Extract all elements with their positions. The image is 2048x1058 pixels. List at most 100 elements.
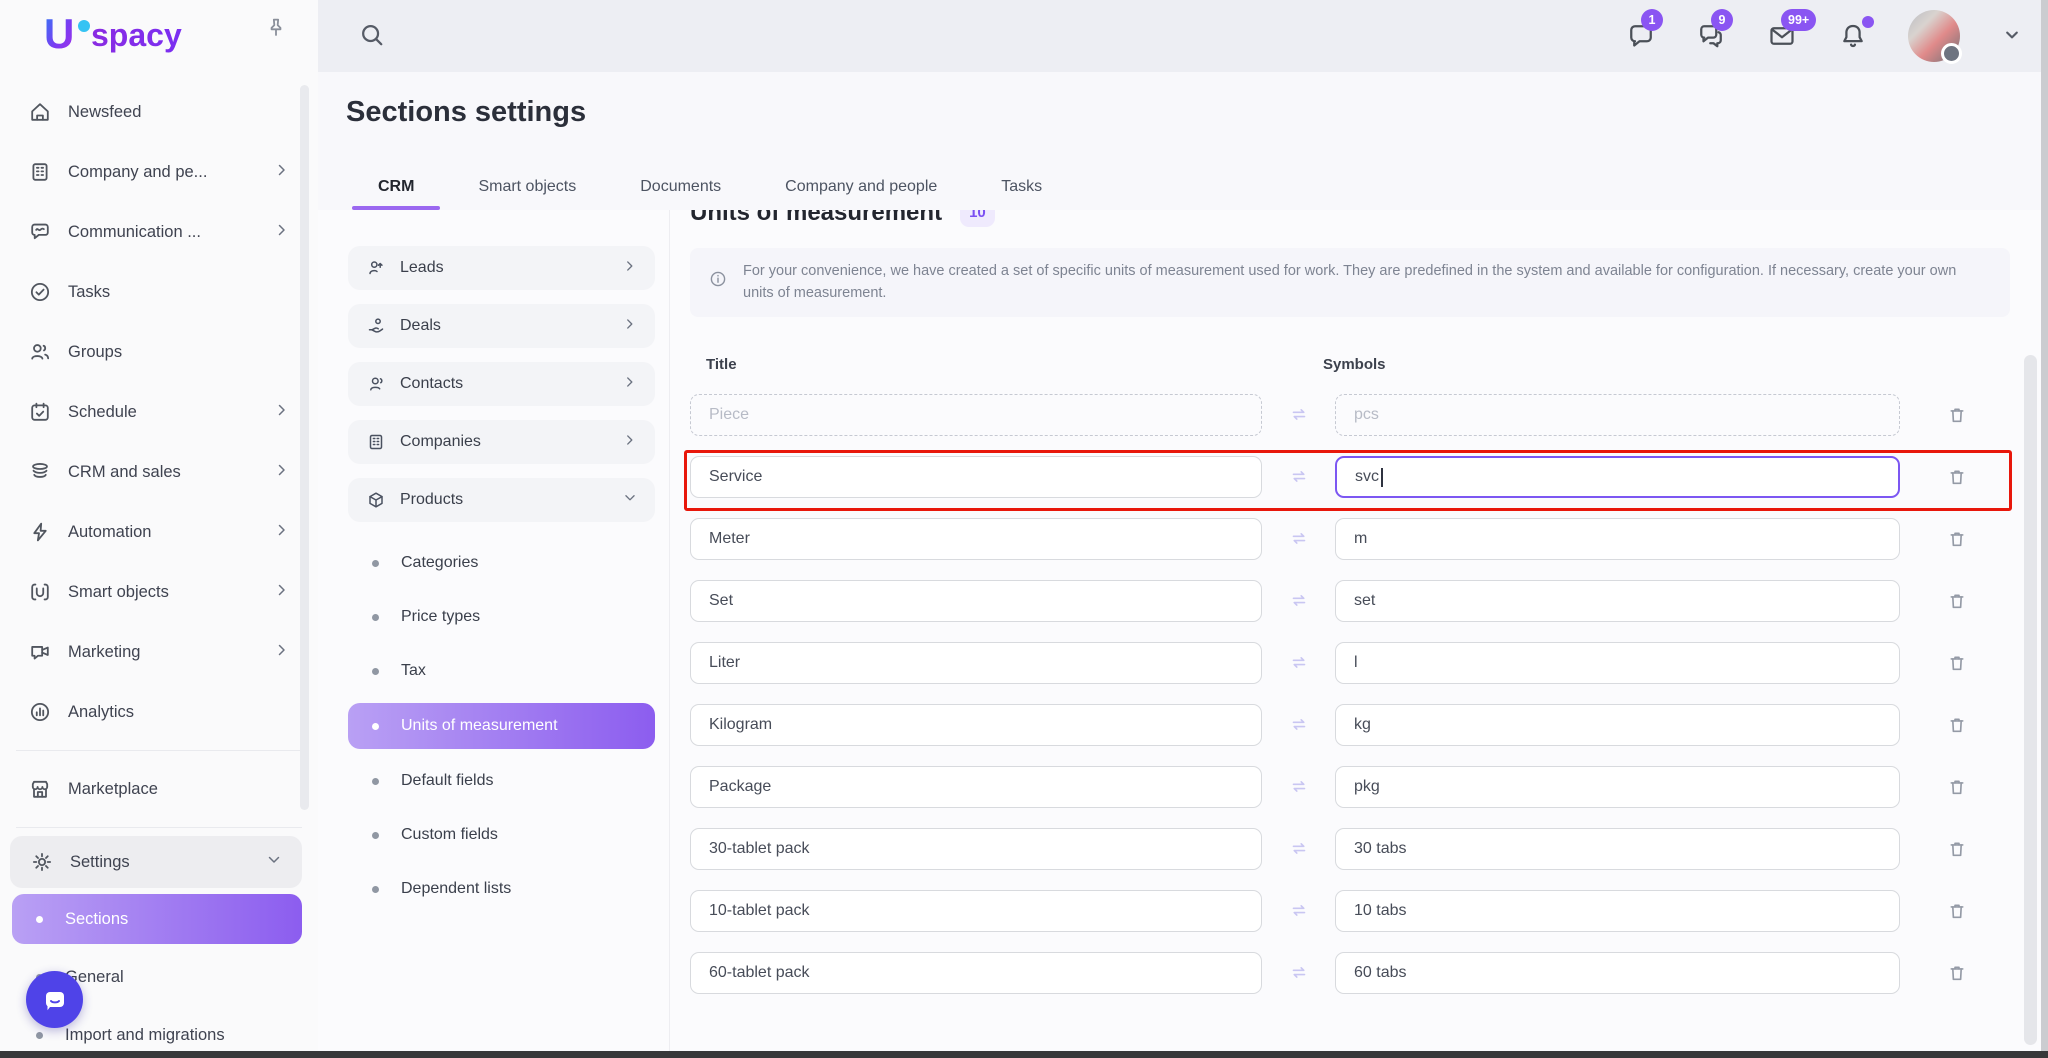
group-chat-icon[interactable]: 9 bbox=[1696, 21, 1726, 51]
symbol-input-10-tablet-pack[interactable]: 10 tabs bbox=[1335, 890, 1900, 932]
sidebar-item-newsfeed[interactable]: Newsfeed bbox=[0, 82, 318, 142]
tab-smart-objects[interactable]: Smart objects bbox=[452, 164, 602, 210]
mail-icon[interactable]: 99+ bbox=[1766, 21, 1798, 51]
sidebar-scrollbar[interactable] bbox=[300, 85, 309, 810]
symbol-input-meter[interactable]: m bbox=[1335, 518, 1900, 560]
delete-row-button[interactable] bbox=[1946, 900, 1968, 922]
sidebar-item-settings[interactable]: Settings bbox=[10, 836, 302, 888]
nav-subitem-tax[interactable]: Tax bbox=[348, 644, 655, 698]
nav-subitem-categories[interactable]: Categories bbox=[348, 536, 655, 590]
sidebar-item-label: Company and pe... bbox=[68, 163, 207, 182]
title-input-meter[interactable]: Meter bbox=[690, 518, 1262, 560]
vertical-scrollbar[interactable] bbox=[2024, 355, 2037, 1045]
delete-row-button[interactable] bbox=[1946, 838, 1968, 860]
chevron-right-icon bbox=[272, 580, 292, 600]
sidebar-item-automation[interactable]: Automation bbox=[0, 502, 318, 562]
nav-subitem-label: Price types bbox=[401, 608, 480, 626]
chevron-right-icon bbox=[621, 431, 639, 454]
nav-item-deals[interactable]: Deals bbox=[348, 304, 655, 348]
chevron-down-icon bbox=[621, 489, 639, 512]
symbol-input-liter[interactable]: l bbox=[1335, 642, 1900, 684]
sidebar-item-analytics[interactable]: Analytics bbox=[0, 682, 318, 742]
swap-icon bbox=[1288, 714, 1310, 736]
nav-item-label: Deals bbox=[400, 317, 441, 335]
chat-badge: 1 bbox=[1641, 9, 1663, 31]
symbol-input-package[interactable]: pkg bbox=[1335, 766, 1900, 808]
title-input-set[interactable]: Set bbox=[690, 580, 1262, 622]
delete-row-button[interactable] bbox=[1946, 652, 1968, 674]
title-input-liter[interactable]: Liter bbox=[690, 642, 1262, 684]
tab-tasks[interactable]: Tasks bbox=[975, 164, 1068, 210]
symbol-input-set[interactable]: set bbox=[1335, 580, 1900, 622]
title-input-service[interactable]: Service bbox=[690, 456, 1262, 498]
sidebar-item-tasks[interactable]: Tasks bbox=[0, 262, 318, 322]
tab-documents[interactable]: Documents bbox=[614, 164, 747, 210]
sidebar-item-communication[interactable]: Communication ... bbox=[0, 202, 318, 262]
swap-icon bbox=[1288, 652, 1310, 674]
title-input-30-tablet-pack[interactable]: 30-tablet pack bbox=[690, 828, 1262, 870]
nav-subitem-units-of-measurement[interactable]: Units of measurement bbox=[348, 703, 655, 749]
nav-item-label: Contacts bbox=[400, 375, 463, 393]
nav-subitem-dependent-lists[interactable]: Dependent lists bbox=[348, 862, 655, 916]
nav-subitem-default-fields[interactable]: Default fields bbox=[348, 754, 655, 808]
nav-subitem-price-types[interactable]: Price types bbox=[348, 590, 655, 644]
avatar[interactable] bbox=[1908, 10, 1960, 62]
delete-row-button[interactable] bbox=[1946, 590, 1968, 612]
profile-chevron-down-icon[interactable] bbox=[2000, 23, 2024, 50]
trash-icon bbox=[1946, 528, 1968, 550]
unit-row-30-tablet-pack: 30-tablet pack 30 tabs bbox=[690, 818, 2010, 880]
sidebar-item-company-and-pe[interactable]: Company and pe... bbox=[0, 142, 318, 202]
title-input-10-tablet-pack[interactable]: 10-tablet pack bbox=[690, 890, 1262, 932]
trash-icon bbox=[1946, 404, 1968, 426]
bell-dot-badge bbox=[1862, 16, 1874, 28]
sidebar: U spacy Newsfeed Company and pe... Communi… bbox=[0, 0, 318, 1058]
symbol-input-30-tablet-pack[interactable]: 30 tabs bbox=[1335, 828, 1900, 870]
sidebar-item-smart-objects[interactable]: Smart objects bbox=[0, 562, 318, 622]
swap-icon bbox=[1270, 404, 1327, 426]
nav-subitem-label: Units of measurement bbox=[401, 717, 558, 735]
trash-icon bbox=[1946, 590, 1968, 612]
sidebar-item-marketing[interactable]: Marketing bbox=[0, 622, 318, 682]
symbol-input-kilogram[interactable]: kg bbox=[1335, 704, 1900, 746]
symbol-input-service[interactable]: svc bbox=[1335, 456, 1900, 498]
symbol-input-60-tablet-pack[interactable]: 60 tabs bbox=[1335, 952, 1900, 994]
delete-row-button[interactable] bbox=[1946, 528, 1968, 550]
delete-row-button[interactable] bbox=[1946, 466, 1968, 488]
delete-row-button[interactable] bbox=[1946, 714, 1968, 736]
sidebar-item-sections[interactable]: Sections bbox=[12, 894, 302, 944]
title-input-60-tablet-pack[interactable]: 60-tablet pack bbox=[690, 952, 1262, 994]
nav-item-contacts[interactable]: Contacts bbox=[348, 362, 655, 406]
tab-crm[interactable]: CRM bbox=[352, 164, 440, 210]
chevron-right-icon bbox=[272, 160, 292, 180]
chat-icon[interactable]: 1 bbox=[1626, 21, 1656, 51]
delete-row-button[interactable] bbox=[1946, 776, 1968, 798]
uspacy-logo[interactable]: U spacy bbox=[44, 12, 224, 63]
chevron-right-icon bbox=[272, 640, 292, 665]
title-input-piece[interactable]: Piece bbox=[690, 394, 1262, 436]
sidebar-item-groups[interactable]: Groups bbox=[0, 322, 318, 382]
sidebar-item-crm-and-sales[interactable]: CRM and sales bbox=[0, 442, 318, 502]
bullet-icon bbox=[372, 832, 379, 839]
chat-launcher-button[interactable] bbox=[26, 971, 83, 1028]
chevron-right-icon bbox=[272, 460, 292, 480]
nav-item-leads[interactable]: Leads bbox=[348, 246, 655, 290]
unit-row-meter: Meter m bbox=[690, 508, 2010, 570]
nav-subitem-custom-fields[interactable]: Custom fields bbox=[348, 808, 655, 862]
sidebar-item-schedule[interactable]: Schedule bbox=[0, 382, 318, 442]
bell-icon[interactable] bbox=[1838, 21, 1868, 51]
delete-row-button[interactable] bbox=[1946, 962, 1968, 984]
nav-item-products[interactable]: Products bbox=[348, 478, 655, 522]
title-input-package[interactable]: Package bbox=[690, 766, 1262, 808]
sidebar-item-marketplace[interactable]: Marketplace bbox=[0, 759, 318, 819]
tab-company-and-people[interactable]: Company and people bbox=[759, 164, 963, 210]
title-input-kilogram[interactable]: Kilogram bbox=[690, 704, 1262, 746]
symbol-input-piece[interactable]: pcs bbox=[1335, 394, 1900, 436]
sidebar-item-label: Communication ... bbox=[68, 223, 201, 242]
swap-icon bbox=[1288, 404, 1310, 426]
search-icon[interactable] bbox=[358, 21, 386, 52]
pin-icon[interactable] bbox=[264, 16, 288, 43]
chevron-right-icon bbox=[621, 257, 639, 280]
delete-row-button[interactable] bbox=[1946, 404, 1968, 426]
swap-icon bbox=[1270, 714, 1327, 736]
nav-item-companies[interactable]: Companies bbox=[348, 420, 655, 464]
